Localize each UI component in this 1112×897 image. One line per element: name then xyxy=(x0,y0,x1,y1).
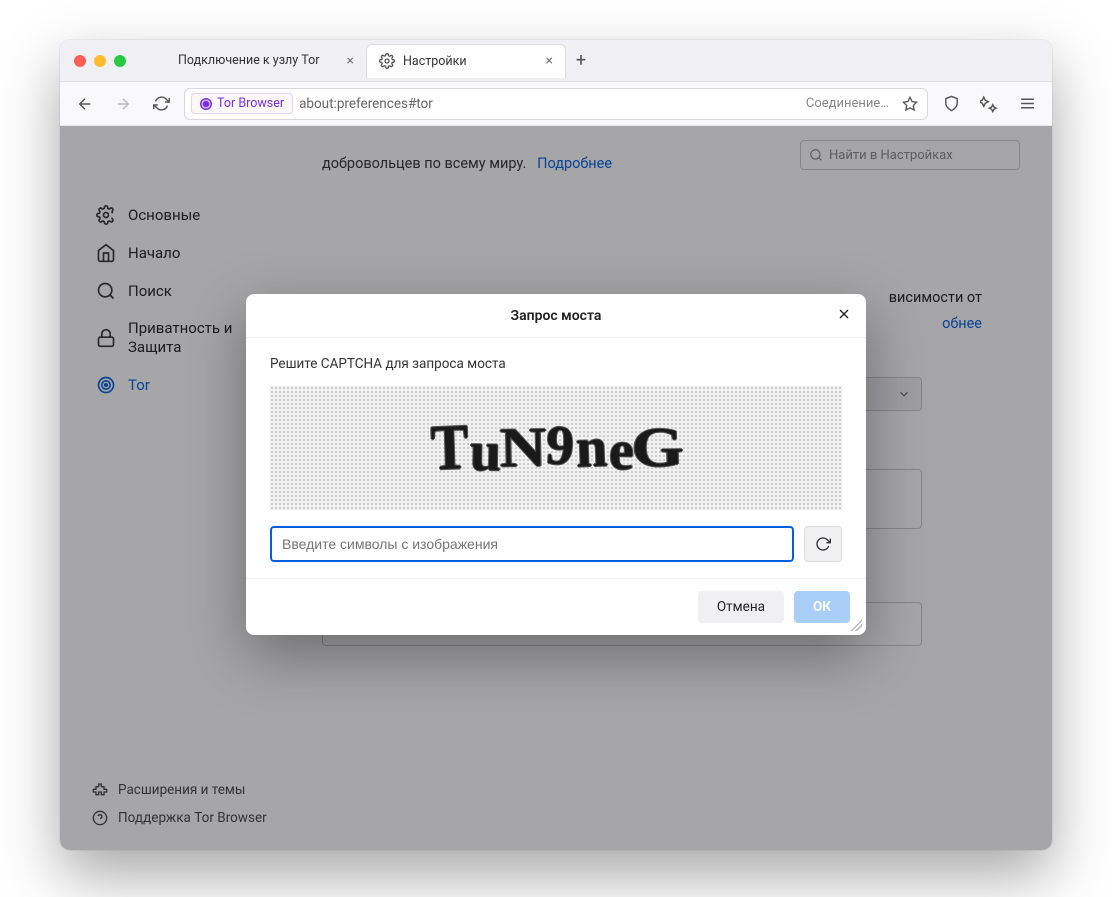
url-text: about:preferences#tor xyxy=(299,96,433,112)
minimize-window-button[interactable] xyxy=(94,55,106,67)
tab-label: Подключение к узлу Tor xyxy=(178,53,320,68)
url-bar[interactable]: Tor Browser about:preferences#tor Соедин… xyxy=(184,88,928,120)
tab-settings[interactable]: Настройки × xyxy=(366,44,566,78)
hamburger-icon xyxy=(1019,95,1036,112)
shield-icon xyxy=(943,95,960,112)
back-button[interactable] xyxy=(70,89,100,119)
modal-scrim: Запрос моста Решите CAPTCHA для запроса … xyxy=(60,126,1052,850)
reload-button[interactable] xyxy=(146,89,176,119)
traffic-lights xyxy=(74,55,126,67)
dialog-header: Запрос моста xyxy=(246,294,866,338)
dialog-footer: Отмена ОК xyxy=(246,578,866,635)
reload-icon xyxy=(815,536,831,552)
toolbar: Tor Browser about:preferences#tor Соедин… xyxy=(60,82,1052,126)
browser-window: Подключение к узлу Tor × Настройки × + T… xyxy=(60,40,1052,850)
content-area: Основные Начало Поиск Приватность и Защи… xyxy=(60,126,1052,850)
onion-icon xyxy=(200,98,212,110)
dialog-close-button[interactable] xyxy=(836,306,852,326)
arrow-right-icon xyxy=(114,95,132,113)
shield-button[interactable] xyxy=(936,89,966,119)
dialog-body: Решите CAPTCHA для запроса моста TuN9neG xyxy=(246,338,866,578)
sparkle-icon xyxy=(980,95,998,113)
arrow-left-icon xyxy=(76,95,94,113)
app-menu-button[interactable] xyxy=(1012,89,1042,119)
dialog-title: Запрос моста xyxy=(511,308,602,324)
tab-strip: Подключение к узлу Tor × Настройки × + xyxy=(60,40,1052,82)
close-window-button[interactable] xyxy=(74,55,86,67)
captcha-input[interactable] xyxy=(270,526,794,562)
resize-grip[interactable] xyxy=(850,619,862,631)
star-icon xyxy=(902,96,918,112)
close-tab-icon[interactable]: × xyxy=(347,53,354,69)
cancel-button[interactable]: Отмена xyxy=(698,591,784,623)
bookmark-button[interactable] xyxy=(899,89,921,119)
security-level-button[interactable] xyxy=(974,89,1004,119)
captcha-prompt: Решите CAPTCHA для запроса моста xyxy=(270,356,842,372)
forward-button[interactable] xyxy=(108,89,138,119)
close-tab-icon[interactable]: × xyxy=(546,53,553,69)
captcha-refresh-button[interactable] xyxy=(804,526,842,562)
close-icon xyxy=(836,306,852,322)
reload-icon xyxy=(153,95,170,112)
captcha-image: TuN9neG xyxy=(270,386,842,510)
maximize-window-button[interactable] xyxy=(114,55,126,67)
tab-connecting[interactable]: Подключение к узлу Tor × xyxy=(166,44,366,78)
ok-button[interactable]: ОК xyxy=(794,591,850,623)
tor-badge-label: Tor Browser xyxy=(217,96,284,111)
tor-badge: Tor Browser xyxy=(191,93,293,114)
connection-status: Соединение… xyxy=(806,96,893,111)
gear-icon xyxy=(379,53,395,69)
bridge-request-dialog: Запрос моста Решите CAPTCHA для запроса … xyxy=(246,294,866,635)
new-tab-button[interactable]: + xyxy=(566,46,596,76)
tab-label: Настройки xyxy=(403,54,467,69)
